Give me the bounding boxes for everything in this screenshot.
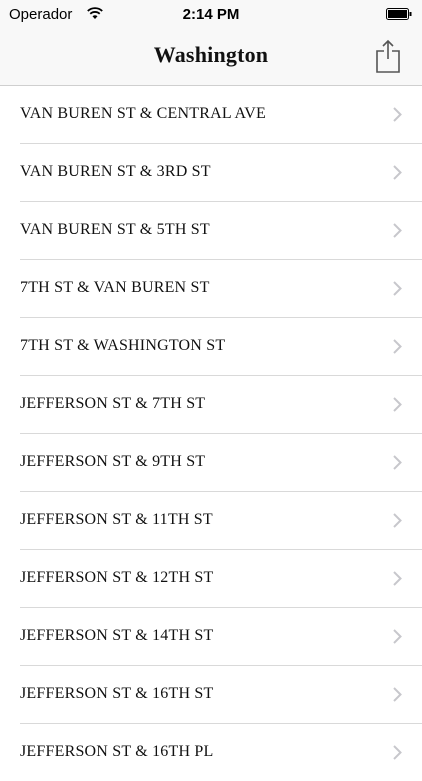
- stop-list: VAN BUREN ST & CENTRAL AVE VAN BUREN ST …: [0, 86, 422, 781]
- list-item-label: VAN BUREN ST & CENTRAL AVE: [20, 105, 266, 122]
- battery-icon: [386, 8, 412, 20]
- chevron-right-icon: [393, 107, 402, 122]
- chevron-right-icon: [393, 513, 402, 528]
- list-item-label: JEFFERSON ST & 12TH ST: [20, 569, 214, 586]
- list-item[interactable]: 7TH ST & VAN BUREN ST: [20, 260, 422, 318]
- list-item-label: JEFFERSON ST & 16TH ST: [20, 685, 214, 702]
- list-item-label: 7TH ST & WASHINGTON ST: [20, 337, 226, 354]
- list-item[interactable]: VAN BUREN ST & 5TH ST: [20, 202, 422, 260]
- list-item-label: JEFFERSON ST & 14TH ST: [20, 627, 214, 644]
- list-item-label: JEFFERSON ST & 16TH PL: [20, 743, 214, 760]
- list-item[interactable]: VAN BUREN ST & CENTRAL AVE: [20, 86, 422, 144]
- chevron-right-icon: [393, 397, 402, 412]
- chevron-right-icon: [393, 281, 402, 296]
- chevron-right-icon: [393, 629, 402, 644]
- list-item[interactable]: JEFFERSON ST & 7TH ST: [20, 376, 422, 434]
- list-item-label: VAN BUREN ST & 5TH ST: [20, 221, 210, 238]
- list-item[interactable]: JEFFERSON ST & 9TH ST: [20, 434, 422, 492]
- status-bar: Operador 2:14 PM: [0, 0, 422, 30]
- page-title: Washington: [153, 42, 269, 67]
- list-item[interactable]: JEFFERSON ST & 16TH ST: [20, 666, 422, 724]
- chevron-right-icon: [393, 745, 402, 760]
- list-item-label: VAN BUREN ST & 3RD ST: [20, 163, 211, 180]
- chevron-right-icon: [393, 571, 402, 586]
- list-item-label: 7TH ST & VAN BUREN ST: [20, 279, 210, 296]
- list-item[interactable]: VAN BUREN ST & 3RD ST: [20, 144, 422, 202]
- list-item-label: JEFFERSON ST & 9TH ST: [20, 453, 206, 470]
- chevron-right-icon: [393, 339, 402, 354]
- list-item[interactable]: JEFFERSON ST & 12TH ST: [20, 550, 422, 608]
- chevron-right-icon: [393, 455, 402, 470]
- status-time: 2:14 PM: [182, 6, 240, 23]
- list-item[interactable]: 7TH ST & WASHINGTON ST: [20, 318, 422, 376]
- chevron-right-icon: [393, 687, 402, 702]
- chevron-right-icon: [393, 223, 402, 238]
- chevron-right-icon: [393, 165, 402, 180]
- list-item-label: JEFFERSON ST & 7TH ST: [20, 395, 206, 412]
- list-item[interactable]: JEFFERSON ST & 14TH ST: [20, 608, 422, 666]
- list-item[interactable]: JEFFERSON ST & 16TH PL: [20, 724, 422, 781]
- list-item-label: JEFFERSON ST & 11TH ST: [20, 511, 213, 528]
- navigation-bar: Washington: [0, 30, 422, 86]
- list-item[interactable]: JEFFERSON ST & 11TH ST: [20, 492, 422, 550]
- share-icon[interactable]: [374, 38, 402, 74]
